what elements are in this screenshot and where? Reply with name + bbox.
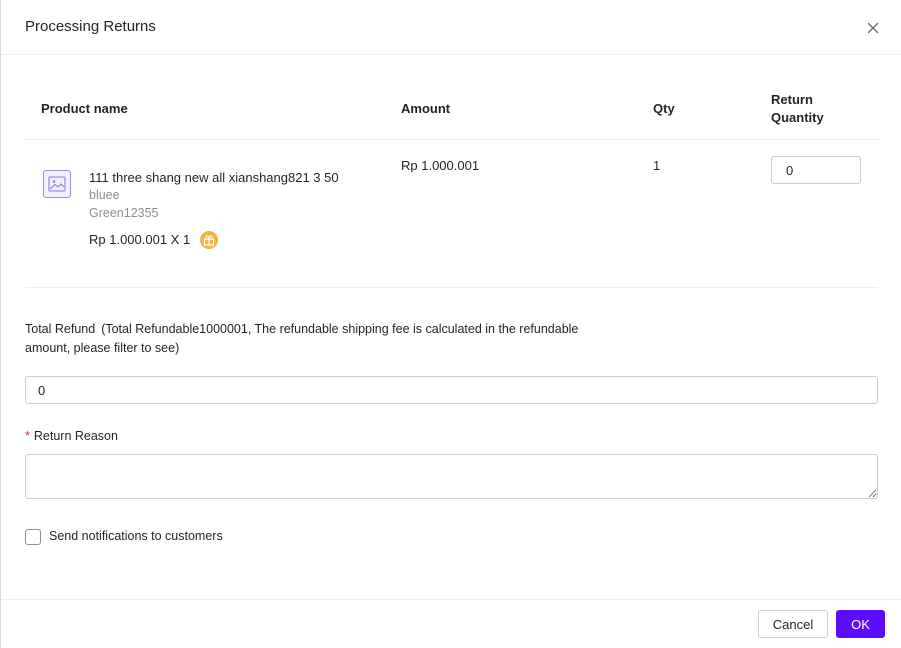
product-amount: Rp 1.000.001 — [401, 158, 480, 173]
header-return-quantity: Return Quantity — [771, 92, 824, 125]
modal-footer: Cancel OK — [1, 599, 901, 648]
modal-header: Processing Returns — [1, 0, 901, 55]
product-price-line: Rp 1.000.001 X 1 — [89, 232, 191, 247]
total-refund-note: (Total Refundable1000001, The refundable… — [25, 322, 579, 355]
header-qty: Qty — [653, 101, 675, 116]
total-refund-label: Total Refund (Total Refundable1000001, Th… — [25, 320, 625, 358]
cancel-button[interactable]: Cancel — [758, 610, 828, 638]
product-qty: 1 — [653, 158, 661, 173]
product-image — [43, 170, 71, 198]
header-amount: Amount — [401, 101, 451, 116]
gift-icon — [200, 231, 218, 249]
close-icon — [867, 22, 879, 34]
notify-checkbox[interactable] — [25, 529, 41, 545]
return-reason-title: Return Reason — [33, 429, 118, 443]
ok-button[interactable]: OK — [836, 610, 885, 638]
total-refund-input[interactable] — [25, 376, 878, 404]
required-mark: * — [25, 429, 30, 443]
table-header: Product name Amount Qty Return Quantity — [25, 80, 878, 140]
close-button[interactable] — [863, 18, 883, 38]
table-row: 111 three shang new all xianshang821 3 5… — [25, 140, 878, 288]
return-reason-label: * Return Reason — [25, 429, 118, 443]
header-product-name: Product name — [41, 101, 128, 116]
notify-label: Send notifications to customers — [49, 529, 223, 543]
product-sku: Green12355 — [89, 206, 159, 220]
total-refund-title: Total Refund — [25, 322, 96, 336]
return-reason-textarea[interactable] — [25, 454, 878, 499]
return-quantity-input[interactable] — [771, 156, 861, 184]
modal-title: Processing Returns — [25, 18, 156, 35]
product-variant: bluee — [89, 188, 120, 202]
image-placeholder-icon — [48, 176, 66, 192]
product-name: 111 three shang new all xianshang821 3 5… — [89, 170, 339, 185]
processing-returns-modal: Processing Returns Product name Amount Q… — [0, 0, 901, 648]
